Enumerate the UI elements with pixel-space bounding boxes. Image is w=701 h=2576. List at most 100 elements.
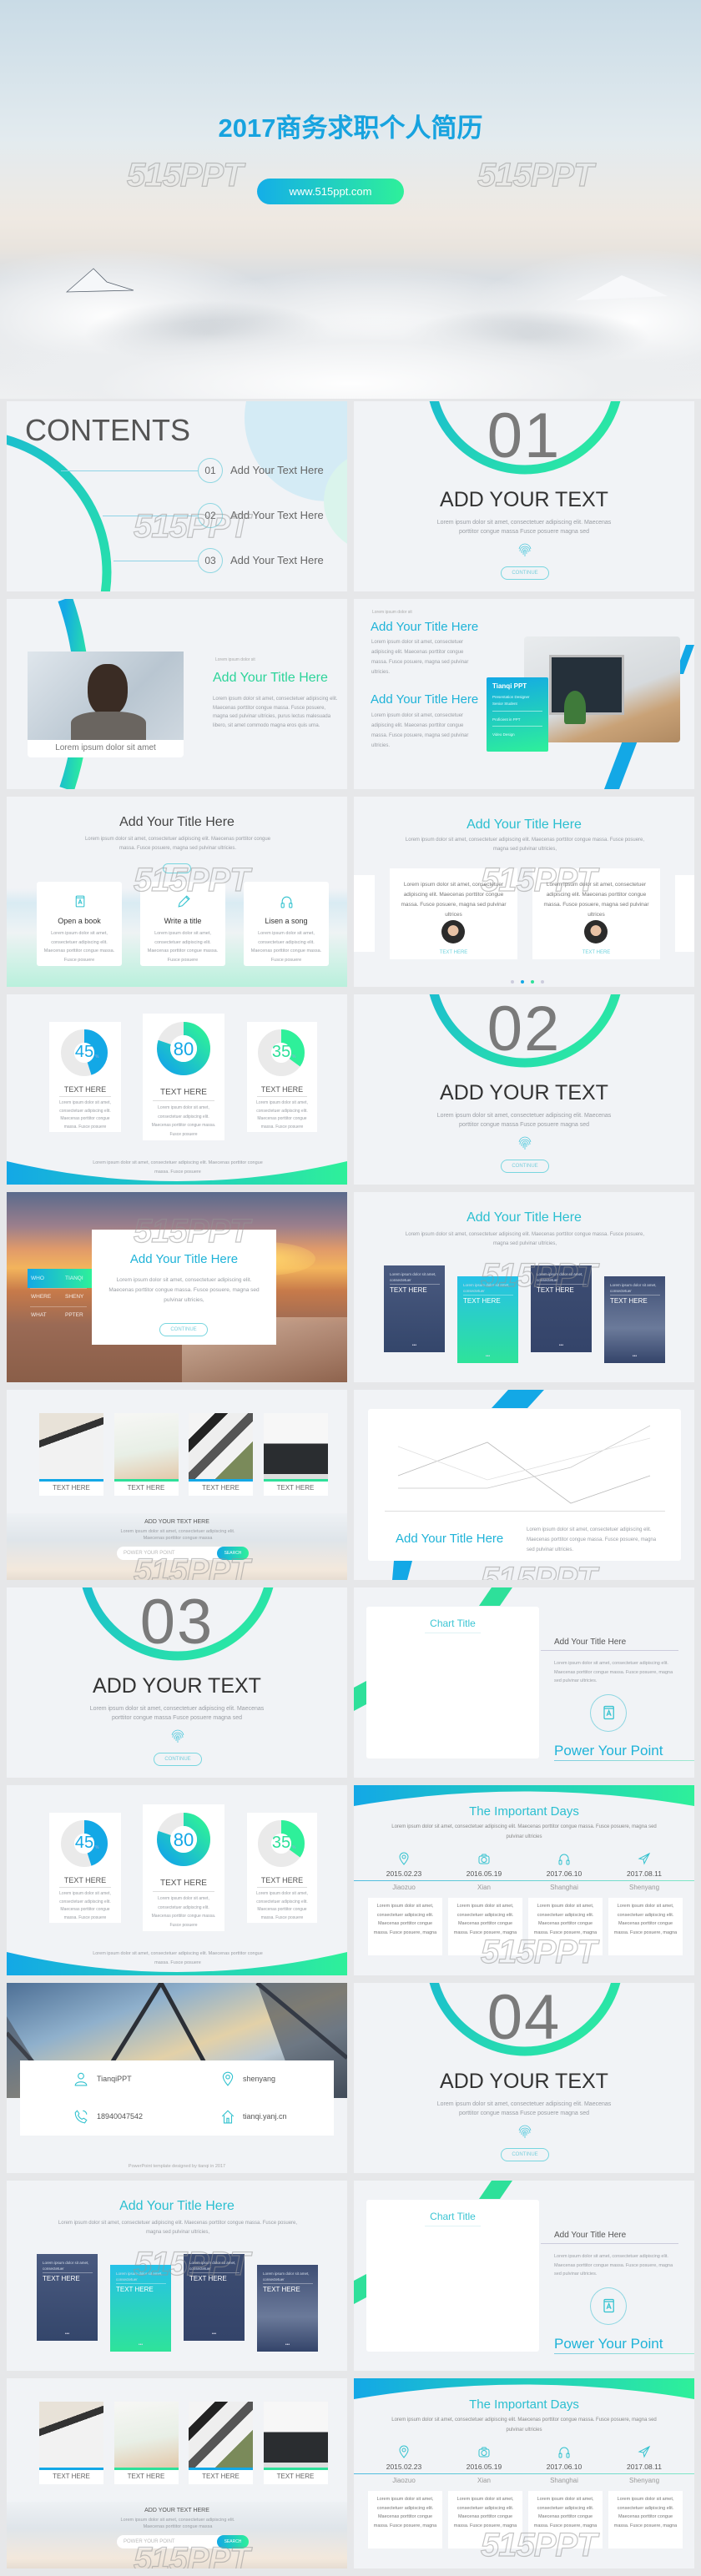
donut-value: 80 [173,1039,194,1059]
event-text: Lorem ipsum dolor sit amet, consectetuer… [533,2497,598,2528]
info-value: SHENY [65,1294,84,1300]
slide-tall-cards[interactable]: Add Your Title Here Lorem ipsum dolor sit… [354,1192,694,1382]
gallery-photo [263,1413,328,1481]
camera-icon [478,1854,490,1864]
slide-profile[interactable]: Lorem ipsum dolor sit Add Your Title Here… [354,599,694,789]
continue-button[interactable]: CONTINUE [501,566,549,580]
home-icon [221,2110,235,2124]
card-title: TEXT HERE [116,2286,154,2293]
continue-button[interactable]: CONTINUE [159,1323,208,1336]
send-icon [638,1852,651,1865]
slide-section[interactable]: 03 ADD YOUR TEXT Lorem ipsum dolor sit ame… [7,1587,347,1778]
more-dots: ••• [211,2332,217,2337]
slide-title: Add Your Title Here [119,815,235,829]
search-button[interactable]: SEARCH [217,2535,249,2548]
contents-item-label[interactable]: Add Your Text Here [230,554,324,566]
event-date: 2015.02.23 [386,2463,422,2471]
slide-chart-title[interactable]: Chart Title Add Your Title Here Lorem ipsu… [354,2181,694,2371]
slide-gallery[interactable]: TEXT HERE TEXT HERE TEXT HERE TEXT HERE ADD … [7,2378,347,2568]
slide-text: Lorem ipsum dolor sit amet, consectetuer… [405,1232,645,1246]
user-icon [74,2072,88,2086]
event-city: Shenyang [628,2477,660,2484]
slide-text: Lorem ipsum dolor sit amet, consectetuer… [554,1661,673,1683]
slide-title: Add Your Title Here [213,671,328,685]
more-dots: ••• [285,2342,290,2347]
slide-photo-left[interactable]: Lorem ipsum dolor sit amet Lorem ipsum do… [7,599,347,789]
underline [554,2353,694,2354]
slide-section[interactable]: 01 ADD YOUR TEXT Lorem ipsum dolor sit ame… [354,401,694,591]
continue-button[interactable]: CONTINUE [501,2148,549,2161]
slide-contents[interactable]: CONTENTS 01 Add Your Text Here 02 Add Your T… [7,401,347,591]
continue-button[interactable]: CONTINUE [501,1160,549,1173]
chart-title: Chart Title [430,1618,476,1629]
slide-timeline[interactable]: The Important Days Lorem ipsum dolor sit … [354,1785,694,1975]
divider [492,711,542,712]
slide-timeline[interactable]: The Important Days Lorem ipsum dolor sit … [354,2378,694,2568]
slide-contact[interactable]: TianqiPPT shenyang 18940047542 tianqi.yanj.… [7,1983,347,2173]
profile-name: Tianqi PPT [492,682,527,690]
search-placeholder: POWER YOUR POINT [124,1551,175,1556]
fingerprint-icon [518,543,532,556]
carousel-dot[interactable] [531,980,534,984]
slide-line-card[interactable]: Add Your Title Here Lorem ipsum dolor sit… [354,1390,694,1580]
event-text: Lorem ipsum dolor sit amet, consectetuer… [613,1904,678,1935]
timeline-line [354,2473,694,2474]
contact-website[interactable]: tianqi.yanj.cn [243,2112,287,2121]
gallery-caption: TEXT HERE [53,1484,90,1492]
event-date: 2016.05.19 [466,2463,502,2471]
footer-text: Lorem ipsum dolor sit amet, consectetuer… [93,1951,263,1965]
stat-text: Lorem ipsum dolor sit amet, consectetuer… [256,1891,308,1920]
slide-section[interactable]: 02 ADD YOUR TEXT Lorem ipsum dolor sit ame… [354,994,694,1185]
carousel-dot[interactable] [511,980,514,984]
gallery-photo [189,2402,253,2469]
section-text: Lorem ipsum dolor sit amet, consectetuer… [436,2101,612,2116]
slide-sunset[interactable]: Add Your Title Here Lorem ipsum dolor sit… [7,1192,347,1382]
card-title: TEXT HERE [263,2286,300,2293]
testimonial-card-peek [354,875,375,952]
more-dots: ••• [632,1354,638,1359]
more-dots: ••• [411,1343,417,1348]
more-button[interactable] [163,863,191,873]
fingerprint-icon [518,1136,532,1150]
slide-three-cards[interactable]: Add Your Title Here Lorem ipsum dolor sit… [7,797,347,987]
info-key: WHO [31,1275,44,1281]
section-number: 01 [487,401,562,471]
info-value: PPTER [65,1312,83,1318]
slide-donuts[interactable]: 45% TEXT HERE Lorem ipsum dolor sit amet, … [7,994,347,1185]
carousel-dot[interactable] [521,980,524,984]
website-button[interactable]: www.515ppt.com [257,179,404,204]
slide-tall-cards[interactable]: Add Your Title Here Lorem ipsum dolor sit… [7,2181,347,2371]
continue-button[interactable]: CONTINUE [154,1753,202,1766]
phone-icon [74,2110,88,2124]
feature-text: Lorem ipsum dolor sit amet, consectetuer… [250,931,322,963]
divider [43,2272,93,2273]
mountain-peaks [65,268,668,300]
presentation-title: 2017商务求职个人简历 [218,113,483,143]
slide-chart-title[interactable]: Chart Title Add Your Title Here Lorem ipsu… [354,1587,694,1778]
card-small-text: Lorem ipsum dolor sit amet, consectetuer [116,2272,163,2282]
event-text: Lorem ipsum dolor sit amet, consectetuer… [453,2497,517,2528]
event-city: Xian [477,2477,491,2484]
slide-section[interactable]: 04 ADD YOUR TEXT Lorem ipsum dolor sit ame… [354,1983,694,2173]
slide-gallery[interactable]: TEXT HERE TEXT HERE TEXT HERE TEXT HERE ADD … [7,1390,347,1580]
search-button[interactable]: SEARCH [217,1547,249,1560]
carousel-dot[interactable] [541,980,544,984]
divider [30,1288,87,1289]
power-point-text: Power Your Point [554,1743,663,1758]
slide-donuts[interactable]: 45% TEXT HERE Lorem ipsum dolor sit amet, … [7,1785,347,1975]
slide-testimonials[interactable]: Add Your Title Here Lorem ipsum dolor sit… [354,797,694,987]
testimonial-name: TEXT HERE [582,950,611,955]
event-text: Lorem ipsum dolor sit amet, consectetuer… [533,1904,598,1935]
card-small-text: Lorem ipsum dolor sit amet, consectetuer [263,2272,310,2282]
donut-unit: % [95,1845,99,1850]
section-title: ADD YOUR TEXT [440,1081,608,1104]
contents-item-label[interactable]: Add Your Text Here [230,509,324,521]
slide-title: Add Your Title Here [371,620,479,634]
section-title: ADD YOUR TEXT [440,2070,608,2093]
slide-text: Lorem ipsum dolor sit amet, consectetuer… [554,2254,673,2277]
contents-item-label[interactable]: Add Your Text Here [230,464,324,476]
book-icon [75,895,85,908]
map-pin-icon [399,2445,409,2458]
gallery-caption: TEXT HERE [202,1484,240,1492]
divider [30,1306,87,1307]
